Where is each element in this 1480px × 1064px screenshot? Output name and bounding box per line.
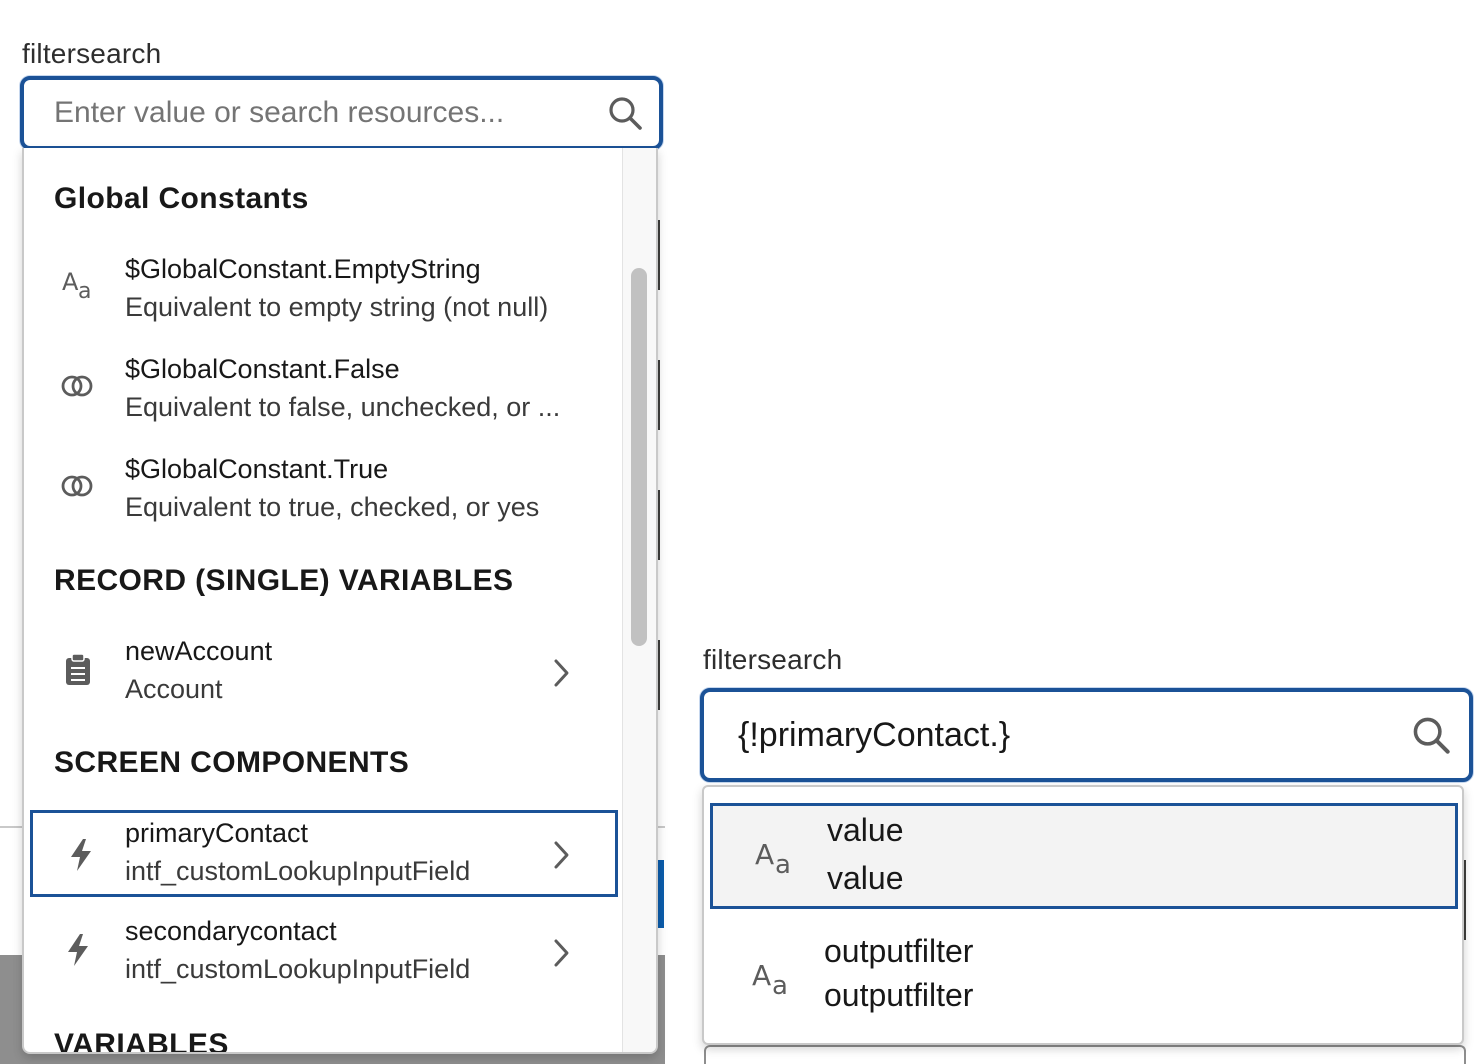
- search-input[interactable]: [54, 80, 605, 146]
- dropdown-scrollbar[interactable]: [622, 148, 656, 1052]
- background-input: [704, 1045, 1466, 1064]
- option-title: $GlobalConstant.False: [125, 354, 400, 384]
- option-new-account[interactable]: newAccount Account: [24, 630, 622, 726]
- lightning-icon: [61, 835, 101, 875]
- option-title: outputfilter: [824, 933, 974, 969]
- option-false[interactable]: $GlobalConstant.False Equivalent to fals…: [24, 346, 622, 442]
- boolean-icon: [58, 466, 98, 506]
- field-label: filtersearch: [703, 644, 843, 675]
- option-value[interactable]: Aa value value: [710, 803, 1458, 909]
- record-icon: [58, 650, 98, 690]
- option-subtitle: intf_customLookupInputField: [125, 954, 471, 984]
- option-subtitle: intf_customLookupInputField: [125, 856, 471, 886]
- search-combobox[interactable]: [700, 688, 1473, 782]
- search-icon[interactable]: [1411, 715, 1451, 755]
- option-true[interactable]: $GlobalConstant.True Equivalent to true,…: [24, 446, 622, 542]
- group-heading-screen-components: SCREEN COMPONENTS: [54, 746, 410, 779]
- text-type-icon: Aa: [62, 268, 92, 304]
- option-title: newAccount: [125, 636, 273, 666]
- option-title: $GlobalConstant.EmptyString: [125, 254, 481, 284]
- boolean-icon: [58, 366, 98, 406]
- dropdown-list: Global Constants Aa $GlobalConstant.Empt…: [24, 148, 622, 1052]
- option-title: secondarycontact: [125, 916, 337, 946]
- option-primary-contact[interactable]: primaryContact intf_customLookupInputFie…: [30, 810, 618, 897]
- group-heading-variables: VARIABLES: [54, 1028, 229, 1052]
- option-subtitle: value: [827, 860, 904, 896]
- option-subtitle: Equivalent to false, unchecked, or ...: [125, 392, 561, 422]
- option-subtitle: outputfilter: [824, 977, 974, 1013]
- chevron-right-icon[interactable]: [546, 840, 576, 870]
- text-type-icon: Aa: [755, 838, 791, 880]
- search-icon[interactable]: [605, 93, 645, 133]
- lightning-icon: [58, 930, 98, 970]
- group-heading-record-variables: RECORD (SINGLE) VARIABLES: [54, 564, 514, 597]
- chevron-right-icon[interactable]: [546, 938, 576, 968]
- option-empty-string[interactable]: Aa $GlobalConstant.EmptyString Equivalen…: [24, 246, 622, 342]
- option-outputfilter[interactable]: Aa outputfilter outputfilter: [704, 925, 1462, 1031]
- field-label: filtersearch: [22, 38, 162, 69]
- resource-dropdown: Aa value value Aa outputfilter outputfil…: [702, 785, 1464, 1045]
- option-secondary-contact[interactable]: secondarycontact intf_customLookupInputF…: [24, 910, 622, 1006]
- option-title: $GlobalConstant.True: [125, 454, 389, 484]
- resource-dropdown: Global Constants Aa $GlobalConstant.Empt…: [22, 148, 658, 1054]
- option-subtitle: Account: [125, 674, 223, 704]
- option-subtitle: Equivalent to true, checked, or yes: [125, 492, 540, 522]
- option-title: value: [827, 812, 904, 848]
- chevron-right-icon[interactable]: [546, 658, 576, 688]
- scrollbar-thumb[interactable]: [631, 268, 647, 646]
- group-heading-global-constants: Global Constants: [54, 182, 309, 215]
- search-combobox[interactable]: [20, 76, 663, 150]
- search-input[interactable]: [738, 692, 1411, 778]
- text-type-icon: Aa: [752, 959, 788, 1001]
- option-subtitle: Equivalent to empty string (not null): [125, 292, 549, 322]
- option-title: primaryContact: [125, 818, 309, 848]
